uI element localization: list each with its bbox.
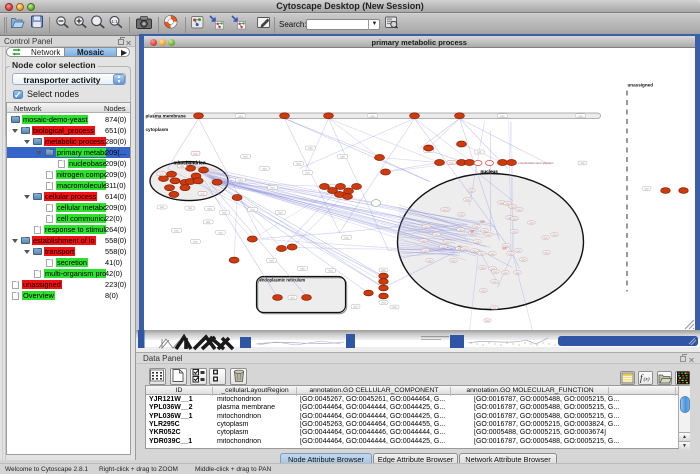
svg-text:(xx): (xx)	[425, 225, 429, 228]
svg-text:(xx): (xx)	[579, 114, 583, 117]
svg-text:(xx): (xx)	[160, 206, 164, 209]
svg-text:(xx): (xx)	[194, 240, 198, 243]
svg-text:(xx): (xx)	[493, 306, 497, 309]
svg-text:(xx): (xx)	[442, 245, 446, 248]
svg-text:(xx): (xx)	[271, 186, 275, 189]
svg-text:(xx): (xx)	[180, 165, 184, 168]
svg-text:(xx): (xx)	[500, 201, 504, 204]
svg-text:(xx): (xx)	[475, 225, 479, 228]
svg-text:(xx): (xx)	[393, 306, 397, 309]
svg-text:YBR..: YBR..	[470, 231, 476, 233]
svg-text:(xx): (xx)	[424, 249, 428, 252]
svg-text:(xx): (xx)	[513, 230, 517, 233]
svg-text:(xx): (xx)	[208, 207, 212, 210]
svg-text:(xx): (xx)	[480, 252, 484, 255]
svg-text:YMR..: YMR..	[480, 221, 487, 223]
svg-text:(xx): (xx)	[279, 211, 283, 214]
svg-text:YDR..: YDR..	[502, 248, 508, 250]
svg-text:(xx): (xx)	[219, 231, 223, 234]
svg-text:(xx): (xx)	[206, 221, 210, 224]
svg-text:(xx): (xx)	[301, 267, 305, 270]
svg-text:(xx): (xx)	[473, 249, 477, 252]
svg-text:(xx): (xx)	[382, 301, 386, 304]
svg-text:(xx): (xx)	[553, 233, 557, 236]
svg-text:(xx): (xx)	[483, 229, 487, 232]
svg-text:(xx): (xx)	[354, 305, 358, 308]
svg-text:(xx): (xx)	[476, 240, 480, 243]
svg-text:(xx): (xx)	[341, 155, 345, 158]
svg-text:(xx): (xx)	[306, 171, 310, 174]
svg-text:(xx): (xx)	[297, 162, 301, 165]
svg-text:(xx): (xx)	[518, 208, 522, 211]
svg-text:cytoplasm: cytoplasm	[146, 127, 169, 132]
svg-text:(xx): (xx)	[501, 114, 505, 117]
svg-text:(xx): (xx)	[450, 161, 454, 164]
svg-text:(xx): (xx)	[509, 252, 513, 255]
svg-text:(xx): (xx)	[263, 167, 267, 170]
svg-text:(xx): (xx)	[175, 229, 179, 232]
svg-text:(xx): (xx)	[545, 251, 549, 254]
svg-text:mitochondrion and cytoplasm: mitochondrion and cytoplasm	[519, 161, 555, 165]
svg-text:(xx): (xx)	[463, 247, 467, 250]
svg-text:(xx): (xx)	[160, 172, 164, 175]
svg-text:(xx): (xx)	[645, 187, 649, 190]
svg-text:(xx): (xx)	[487, 233, 491, 236]
svg-text:(xx): (xx)	[239, 179, 243, 182]
svg-text:(xx): (xx)	[522, 258, 526, 261]
svg-text:(xx): (xx)	[494, 270, 498, 273]
svg-text:(xx): (xx)	[329, 269, 333, 272]
svg-text:(xx): (xx)	[530, 221, 534, 224]
svg-text:(xx): (xx)	[504, 271, 508, 274]
svg-text:(xx): (xx)	[452, 259, 456, 262]
svg-text:(xx): (xx)	[309, 147, 313, 150]
svg-text:mitochondrion: mitochondrion	[174, 160, 206, 165]
svg-text:(xx): (xx)	[478, 151, 482, 154]
svg-text:(xx): (xx)	[428, 259, 432, 262]
svg-text:(xx): (xx)	[239, 114, 243, 117]
svg-text:(xx): (xx)	[493, 280, 497, 283]
svg-text:plasma membrane: plasma membrane	[146, 113, 187, 118]
svg-text:(xx): (xx)	[581, 162, 585, 165]
svg-text:(xx): (xx)	[222, 211, 226, 214]
svg-text:(xx): (xx)	[446, 240, 450, 243]
svg-text:(xx): (xx)	[517, 249, 521, 252]
svg-text:(xx): (xx)	[251, 208, 255, 211]
svg-text:(xx): (xx)	[291, 296, 295, 299]
svg-text:(xx): (xx)	[481, 266, 485, 269]
svg-text:(xx): (xx)	[491, 252, 495, 255]
svg-text:(xx): (xx)	[516, 271, 520, 274]
svg-text:(xx): (xx)	[371, 114, 375, 117]
svg-text:(xx): (xx)	[443, 208, 447, 211]
svg-text:(xx): (xx)	[513, 217, 517, 220]
svg-text:(xx): (xx)	[382, 269, 386, 272]
svg-text:(xx): (xx)	[435, 233, 439, 236]
svg-text:(xx): (xx)	[201, 192, 205, 195]
svg-text:(xx): (xx)	[244, 155, 248, 158]
svg-text:(xx): (xx)	[511, 205, 515, 208]
svg-text:(xx): (xx)	[188, 207, 192, 210]
svg-text:(xx): (xx)	[486, 319, 490, 322]
svg-text:(xx): (xx)	[270, 259, 274, 262]
svg-text:(xx): (xx)	[460, 213, 464, 216]
svg-text:(xx): (xx)	[482, 289, 486, 292]
svg-text:YKL..: YKL..	[458, 246, 464, 248]
svg-text:(xx): (xx)	[466, 198, 470, 201]
svg-text:unassigned: unassigned	[628, 82, 654, 87]
svg-text:(xx): (xx)	[505, 244, 509, 247]
svg-text:(xx): (xx)	[345, 236, 349, 239]
svg-text:(xx): (xx)	[194, 152, 198, 155]
svg-text:(xx): (xx)	[422, 239, 426, 242]
svg-text:(xx): (xx)	[544, 236, 548, 239]
svg-text:nucleus: nucleus	[481, 169, 499, 174]
svg-text:(xx): (xx)	[470, 189, 474, 192]
svg-text:(xx): (xx)	[459, 228, 463, 231]
svg-text:1:1: 1:1	[111, 19, 118, 24]
